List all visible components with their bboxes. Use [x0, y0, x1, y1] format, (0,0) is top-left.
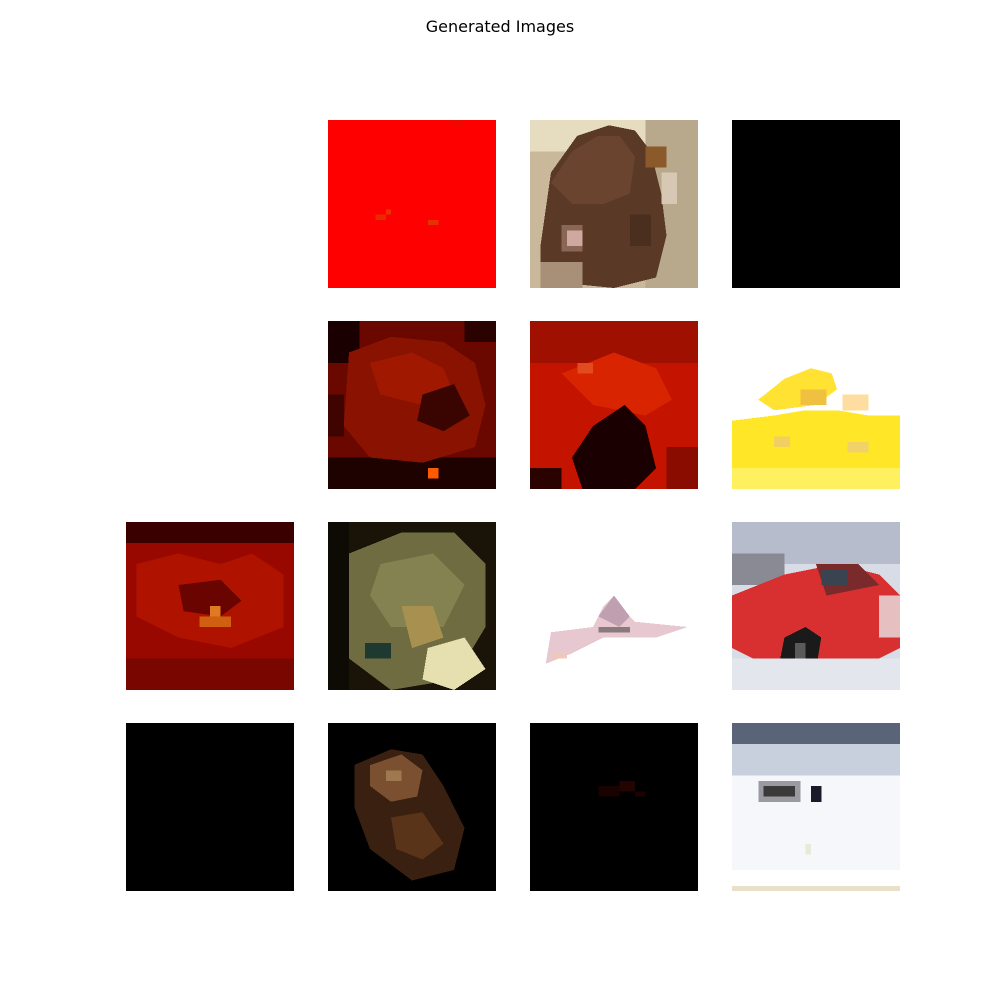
generated-image-r2-c3 — [530, 321, 698, 489]
generated-image-r4-c1 — [126, 723, 294, 891]
generated-image-r4-c2 — [328, 723, 496, 891]
generated-image-r1-c2 — [328, 120, 496, 288]
generated-image-r3-c1 — [126, 522, 294, 690]
generated-image-r3-c2 — [328, 522, 496, 690]
generated-image-r1-c3 — [530, 120, 698, 288]
generated-image-r4-c3 — [530, 723, 698, 891]
generated-image-r2-c4 — [732, 321, 900, 489]
generated-image-r3-c4 — [732, 522, 900, 690]
generated-image-r1-c4 — [732, 120, 900, 288]
figure-title: Generated Images — [425, 17, 575, 36]
generated-image-r4-c4 — [732, 723, 900, 891]
figure-canvas: Generated Images — [0, 0, 1000, 1000]
generated-image-r3-c3 — [530, 522, 698, 690]
generated-image-r2-c2 — [328, 321, 496, 489]
